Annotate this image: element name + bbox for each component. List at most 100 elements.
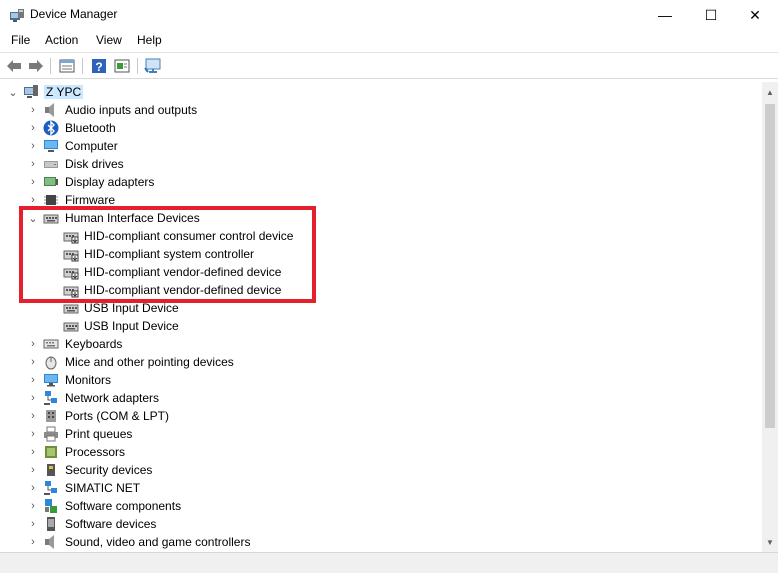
help-button[interactable]: ? [90,57,108,75]
tree-category-row[interactable]: › SIMATIC NET [0,479,762,497]
properties-icon [59,59,75,73]
toolbar: ? [0,52,778,79]
annotation-highlight-box [19,206,316,303]
scroll-up-icon[interactable]: ▲ [762,84,778,100]
minimize-button[interactable]: — [642,0,688,30]
expand-chevron-icon[interactable]: › [27,444,39,460]
expand-chevron-icon[interactable]: › [27,426,39,442]
tree-category-row[interactable]: › Display adapters [0,173,762,191]
keyboard-icon [43,339,59,349]
port-icon [46,410,56,422]
tree-root-row[interactable]: ⌄ Z YPC [0,83,762,101]
usb-device-icon [63,322,79,332]
collapse-chevron-icon[interactable]: ⌄ [7,84,19,100]
tree-category-label: Network adapters [65,391,160,405]
menu-bar: File Action View Help [0,30,778,51]
expand-chevron-icon[interactable]: › [27,516,39,532]
expand-chevron-icon[interactable]: › [27,408,39,424]
expand-chevron-icon[interactable]: › [27,138,39,154]
scrollbar-thumb[interactable] [765,104,775,428]
tree-category-row[interactable]: › Software components [0,497,762,515]
monitor-scan-icon [144,58,161,73]
expand-chevron-icon[interactable]: › [27,534,39,550]
mouse-icon [45,356,57,370]
tree-category-row[interactable]: › Print queues [0,425,762,443]
back-arrow-icon [7,60,21,72]
device-manager-app-icon [10,9,24,22]
tree-category-row[interactable]: › Ports (COM & LPT) [0,407,762,425]
tree-category-row[interactable]: › Mice and other pointing devices [0,353,762,371]
menu-help[interactable]: Help [137,33,162,47]
network-adapter-icon [44,391,57,405]
menu-view[interactable]: View [96,33,122,47]
menu-file[interactable]: File [11,33,30,47]
network-adapter-icon [44,481,57,495]
tree-category-row[interactable]: › Bluetooth [0,119,762,137]
window-title: Device Manager [30,7,118,21]
vertical-scrollbar[interactable]: ▲ ▼ [762,82,778,552]
close-button[interactable]: ✕ [732,0,778,30]
toolbar-separator [50,58,51,74]
tree-category-label: Display adapters [65,175,155,189]
expand-chevron-icon[interactable]: › [27,354,39,370]
software-device-icon [47,517,55,531]
expand-chevron-icon[interactable]: › [27,498,39,514]
expand-chevron-icon[interactable]: › [27,336,39,352]
monitor-icon [44,374,58,387]
tree-category-label: Disk drives [65,157,124,171]
update-driver-button[interactable] [113,57,131,75]
close-icon: ✕ [749,6,761,23]
expand-chevron-icon[interactable]: › [27,372,39,388]
maximize-icon: ☐ [704,6,718,23]
tree-category-row[interactable]: › Network adapters [0,389,762,407]
tree-category-label: Monitors [65,373,112,387]
computer-icon [44,140,58,152]
help-icon: ? [92,59,106,74]
forward-button[interactable] [27,57,45,75]
tree-category-label: Mice and other pointing devices [65,355,234,369]
tree-device-label: USB Input Device [84,319,179,333]
tree-category-label: Bluetooth [65,121,116,135]
expand-chevron-icon[interactable]: › [27,120,39,136]
tree-category-row[interactable]: › Disk drives [0,155,762,173]
tree-category-label: Keyboards [65,337,123,351]
menu-action[interactable]: Action [45,33,78,47]
speaker-icon [45,535,54,549]
computer-root-icon [24,85,38,98]
expand-chevron-icon[interactable]: › [27,102,39,118]
display-adapter-icon [44,177,58,186]
toolbar-separator [137,58,138,74]
security-device-icon [47,464,55,476]
tree-category-row[interactable]: › Computer [0,137,762,155]
maximize-button[interactable]: ☐ [688,0,734,30]
expand-chevron-icon[interactable]: › [27,390,39,406]
expand-chevron-icon[interactable]: › [27,462,39,478]
tree-category-row[interactable]: › Monitors [0,371,762,389]
tree-category-row[interactable]: › Security devices [0,461,762,479]
tree-category-row[interactable]: › Sound, video and game controllers [0,533,762,551]
tree-category-label: Processors [65,445,126,459]
software-component-icon [45,499,57,513]
disk-drive-icon [44,161,58,168]
properties-button[interactable] [58,57,76,75]
tree-category-row[interactable]: › Audio inputs and outputs [0,101,762,119]
status-bar [0,552,778,573]
tree-root-label: Z YPC [44,85,84,99]
scroll-down-icon[interactable]: ▼ [762,534,778,550]
tree-category-row[interactable]: › Keyboards [0,335,762,353]
back-button[interactable] [5,57,23,75]
forward-arrow-icon [29,60,43,72]
tree-category-label: SIMATIC NET [65,481,141,495]
tree-category-label: Software components [65,499,182,513]
expand-chevron-icon[interactable]: › [27,156,39,172]
tree-category-row[interactable]: › Software devices [0,515,762,533]
tree-device-row[interactable]: USB Input Device [0,317,762,335]
expand-chevron-icon[interactable]: › [27,480,39,496]
tree-category-label: Firmware [65,193,115,207]
tree-device-label: USB Input Device [84,301,179,315]
tree-category-label: Software devices [65,517,157,531]
tree-category-row[interactable]: › Processors [0,443,762,461]
scan-hardware-button[interactable] [144,57,162,75]
expand-chevron-icon[interactable]: › [27,174,39,190]
title-bar: Device Manager — ☐ ✕ [0,0,778,30]
